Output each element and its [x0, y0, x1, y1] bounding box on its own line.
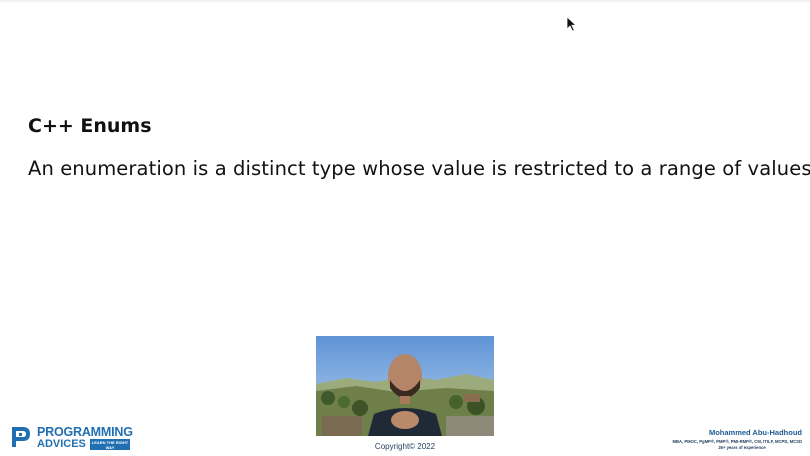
programming-advices-logo: PROGRAMMING ADVICES LEARN THE RIGHT WAY	[10, 424, 135, 452]
slide-body-text: An enumeration is a distinct type whose …	[28, 157, 810, 180]
slide-title: C++ Enums	[28, 115, 152, 137]
author-name: Mohammed Abu-Hadhoud	[708, 428, 802, 437]
logo-text-line1: PROGRAMMING	[37, 425, 133, 439]
copyright-text: Copyright© 2022	[374, 442, 436, 451]
author-info: Mohammed Abu-Hadhoud MBA, PMOC, PgMP®, P…	[652, 428, 802, 450]
top-border	[0, 0, 810, 2]
webcam-frame-image	[316, 336, 494, 436]
author-credentials: MBA, PMOC, PgMP®, PMP®, PMI-RMP®, CM, IT…	[672, 439, 802, 444]
presenter-webcam-video	[316, 336, 494, 436]
logo-text-line2: ADVICES	[37, 438, 86, 450]
programming-advices-logo-icon	[12, 427, 30, 447]
author-experience: 26+ years of experience	[718, 445, 766, 450]
mouse-pointer-icon	[566, 16, 578, 32]
logo-tagline: LEARN THE RIGHT WAY	[90, 439, 130, 450]
